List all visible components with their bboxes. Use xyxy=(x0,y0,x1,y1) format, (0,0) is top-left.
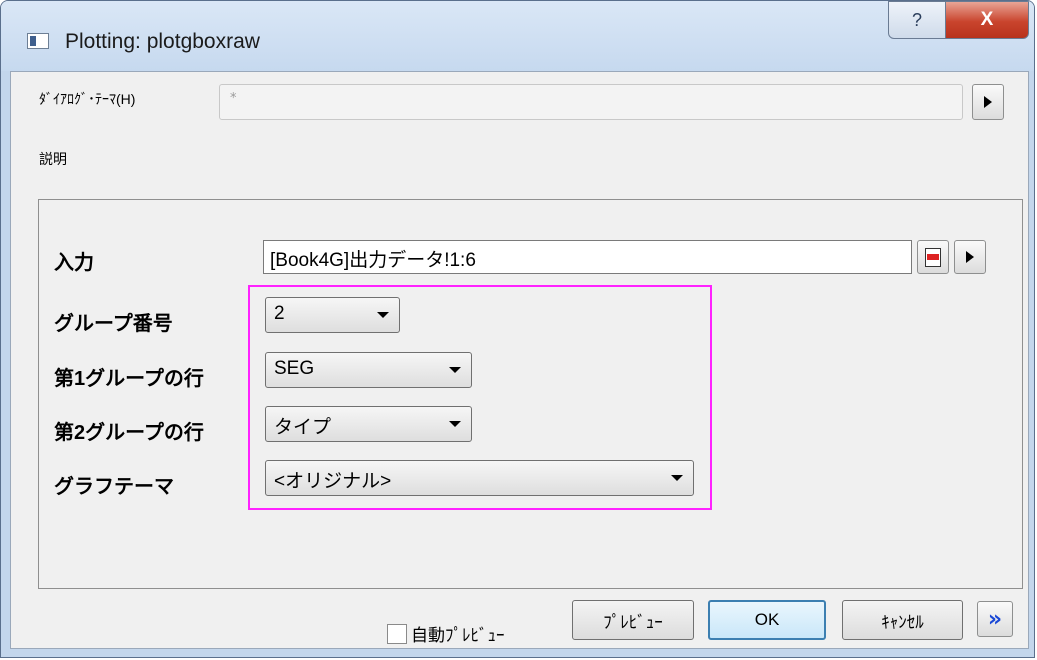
group2-row-select[interactable]: タイプ xyxy=(265,406,472,442)
group-number-select[interactable]: 2 xyxy=(265,297,400,333)
title-bar[interactable]: Plotting: plotgboxraw ? X xyxy=(1,1,1034,71)
dropdown-arrow-icon xyxy=(671,475,683,481)
settings-panel: 入力 [Book4G]出力データ!1:6 グループ番号 第1グループの行 第2グ… xyxy=(38,199,1023,589)
input-label: 入力 xyxy=(54,252,94,274)
description-label: 説明 xyxy=(39,151,67,167)
play-arrow-icon xyxy=(984,96,992,108)
dropdown-arrow-icon xyxy=(377,312,389,318)
group2-row-label: 第2グループの行 xyxy=(54,422,204,444)
dialog-content: ﾀﾞｲｱﾛｸﾞ･ﾃｰﾏ(H) * 説明 入力 [Book4G]出力データ!1:6… xyxy=(10,71,1029,649)
group1-row-select[interactable]: SEG xyxy=(265,352,472,388)
group1-row-label: 第1グループの行 xyxy=(54,368,204,390)
theme-menu-button[interactable] xyxy=(972,84,1004,120)
graph-theme-value: <オリジナル> xyxy=(274,471,392,492)
expand-more-button[interactable]: » xyxy=(977,601,1013,637)
window-title: Plotting: plotgboxraw xyxy=(65,30,260,53)
group1-row-value: SEG xyxy=(274,358,315,379)
group2-row-value: タイプ xyxy=(274,417,332,438)
auto-preview-label: 自動ﾌﾟﾚﾋﾞｭｰ xyxy=(411,626,505,645)
group-number-value: 2 xyxy=(274,303,285,324)
dropdown-arrow-icon xyxy=(449,421,461,427)
ok-button[interactable]: OK xyxy=(708,600,826,640)
dialog-theme-field[interactable]: * xyxy=(219,84,963,120)
range-select-button[interactable] xyxy=(917,240,949,274)
group-number-label: グループ番号 xyxy=(54,313,173,335)
app-window-icon xyxy=(27,33,49,49)
dialog-theme-label: ﾀﾞｲｱﾛｸﾞ･ﾃｰﾏ(H) xyxy=(39,91,136,107)
graph-theme-label: グラフテーマ xyxy=(54,476,174,498)
close-button[interactable]: X xyxy=(945,1,1029,39)
play-arrow-icon xyxy=(966,251,974,263)
preview-button[interactable]: ﾌﾟﾚﾋﾞｭｰ xyxy=(572,600,694,640)
input-range-field[interactable]: [Book4G]出力データ!1:6 xyxy=(263,240,912,274)
graph-theme-select[interactable]: <オリジナル> xyxy=(265,460,694,496)
worksheet-select-icon xyxy=(925,248,941,267)
dialog-window: Plotting: plotgboxraw ? X ﾀﾞｲｱﾛｸﾞ･ﾃｰﾏ(H)… xyxy=(0,0,1035,658)
auto-preview-checkbox[interactable] xyxy=(387,624,407,644)
input-menu-button[interactable] xyxy=(954,240,986,274)
dialog-theme-value: * xyxy=(230,91,237,106)
dropdown-arrow-icon xyxy=(449,367,461,373)
help-button[interactable]: ? xyxy=(888,1,946,39)
cancel-button[interactable]: ｷｬﾝｾﾙ xyxy=(842,600,963,640)
